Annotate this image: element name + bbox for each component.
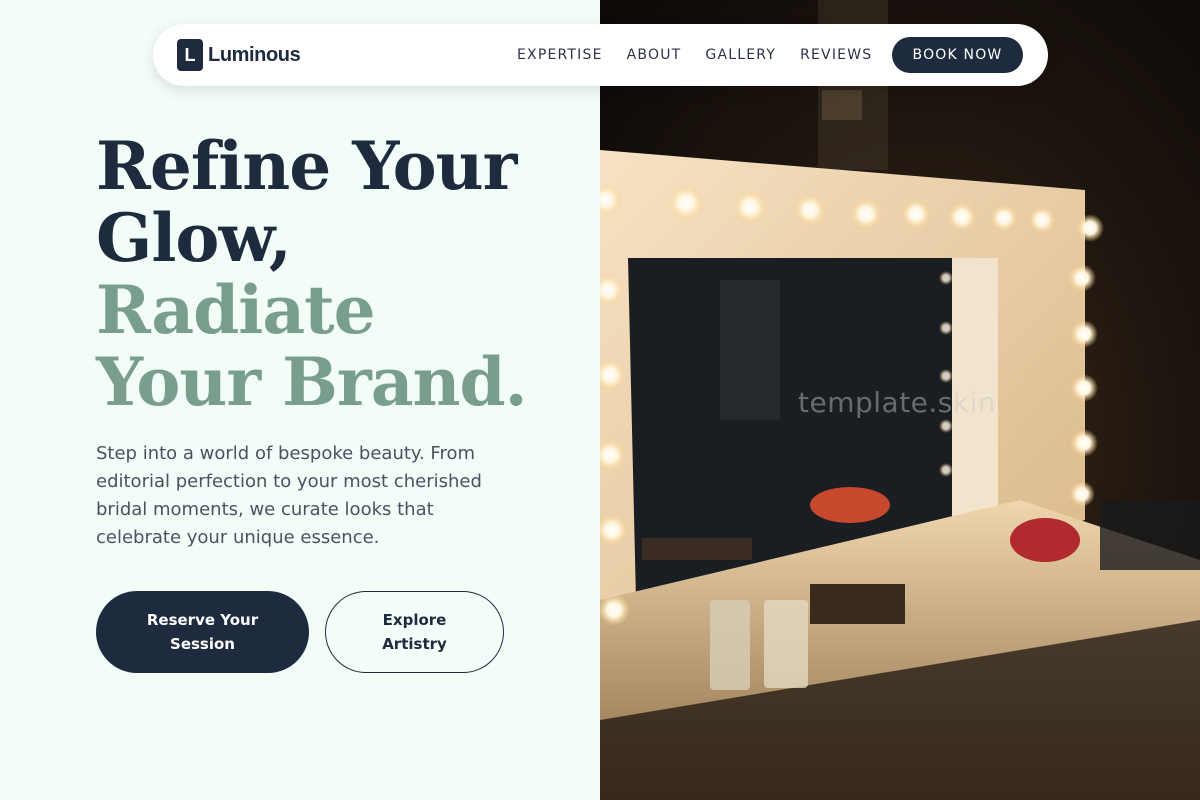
brand-name: Luminous: [208, 43, 301, 66]
top-navigation: L Luminous EXPERTISE ABOUT GALLERY REVIE…: [153, 24, 1048, 86]
nav-link-reviews[interactable]: REVIEWS: [800, 47, 872, 63]
watermark-text: template.skin: [798, 386, 997, 419]
nav-link-gallery[interactable]: GALLERY: [705, 47, 776, 63]
book-now-button[interactable]: BOOK NOW: [892, 37, 1023, 73]
logo-mark-icon: L: [177, 39, 203, 71]
nav-link-about[interactable]: ABOUT: [627, 47, 682, 63]
brand-logo[interactable]: L Luminous: [177, 39, 301, 71]
nav-link-expertise[interactable]: EXPERTISE: [517, 47, 603, 63]
reserve-session-button[interactable]: Reserve Your Session: [96, 591, 309, 673]
hero-description: Step into a world of bespoke beauty. Fro…: [96, 443, 482, 548]
hero-title-line-3: Radiate: [96, 271, 376, 349]
hero-title-line-1: Refine Your: [96, 127, 517, 205]
hero-title-line-4: Your Brand.: [96, 343, 528, 421]
nav-links: EXPERTISE ABOUT GALLERY REVIEWS: [517, 24, 896, 86]
explore-artistry-button[interactable]: Explore Artistry: [325, 591, 504, 673]
hero-title-line-2: Glow,: [96, 199, 292, 277]
hero-title: Refine Your Glow, Radiate Your Brand.: [96, 130, 576, 418]
